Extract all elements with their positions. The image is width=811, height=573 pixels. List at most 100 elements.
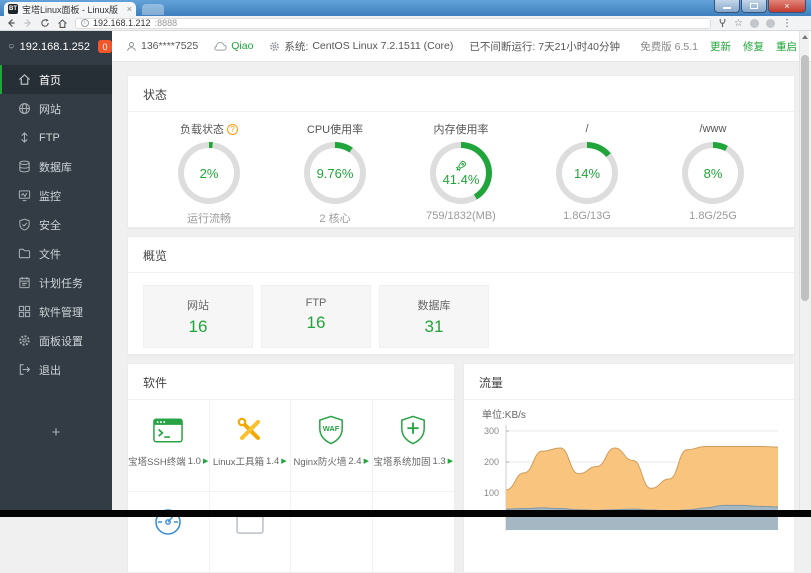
open-arrow-icon: ▶ [202,458,209,465]
browser-tab[interactable]: BT 宝塔Linux面板 - Linux版 × [4,2,136,16]
system-info: 系统: CentOS Linux 7.2.1511 (Core) [269,39,453,54]
tools-icon [236,412,264,448]
globe-icon [19,103,30,114]
software-card: 软件 宝塔SSH终端 1.0 ▶ Linux工具箱 1.4 ▶ WAF Ngin… [127,363,455,573]
svg-text:300: 300 [484,426,499,436]
page-scrollbar[interactable] [799,31,809,517]
sidebar-item-cron[interactable]: 计划任务 [0,268,112,297]
restart-button[interactable]: 重启 [776,39,797,54]
tab-title: 宝塔Linux面板 - Linux版 [22,4,119,15]
monitor-icon [18,190,31,202]
extension-icon[interactable] [749,18,759,28]
repair-button[interactable]: 修复 [743,39,764,54]
forward-icon[interactable] [23,18,33,28]
gear-icon [19,335,30,346]
home-icon[interactable] [57,18,68,29]
ftp-icon [21,132,28,143]
panel-header: 192.168.1.252 0 136****7525 Qiao 系统: Cen… [0,31,811,62]
tab-close-icon[interactable]: × [127,4,132,14]
qq-account[interactable]: Qiao [214,40,253,52]
overview-title: 概览 [128,237,794,273]
help-icon[interactable]: ? [227,123,238,135]
open-arrow-icon: ▶ [447,458,454,465]
shield-icon [19,218,30,231]
message-count-badge[interactable]: 0 [98,40,112,53]
svg-text:200: 200 [484,457,499,467]
server-ip-block[interactable]: 192.168.1.252 0 [0,31,112,62]
home-icon [19,74,30,85]
overview-databases[interactable]: 数据库 31 [379,285,489,348]
plugin-icon[interactable] [718,18,727,28]
bookmark-star-icon[interactable]: ☆ [734,18,743,29]
sidebar-item-monitor[interactable]: 监控 [0,181,112,210]
software-title: 软件 [128,364,454,400]
gauge-memory: 内存使用率 41.4% 759/1832(MB) [426,124,496,222]
window-close-button[interactable]: × [768,0,806,13]
rocket-icon[interactable] [455,160,467,172]
svg-text:100: 100 [484,488,499,498]
gauge-load: 负载状态? 2% 运行流畅 [149,121,269,226]
sidebar-item-settings[interactable]: 面板设置 [0,326,112,355]
bt-favicon: BT [8,4,18,14]
database-icon [19,160,30,173]
sidebar-item-database[interactable]: 数据库 [0,152,112,181]
sidebar-item-files[interactable]: 文件 [0,239,112,268]
sidebar-add-button[interactable]: + [0,424,112,441]
open-arrow-icon: ▶ [281,458,287,465]
software-item-partial[interactable] [128,492,210,572]
url-input[interactable]: i 192.168.1.212:8888 [75,17,711,29]
back-icon[interactable] [6,18,16,28]
folder-icon [18,248,31,259]
window-minimize-button[interactable] [714,0,740,13]
window-maximize-button[interactable] [741,0,767,13]
software-item-system-hardening[interactable]: 宝塔系统加固 1.3 ▶ [372,400,454,492]
reload-icon[interactable] [40,18,50,28]
gauge-cpu: CPU使用率 9.76% 2 核心 [275,121,395,226]
server-monitor-icon [9,44,14,49]
sidebar-item-website[interactable]: 网站 [0,94,112,123]
panel-version: 免费版 6.5.1 [640,40,698,53]
overview-card: 概览 网站 16 FTP 16 数据库 31 [127,236,795,355]
svg-text:WAF: WAF [323,424,340,433]
overview-websites[interactable]: 网站 16 [143,285,253,348]
browser-titlebar: BT 宝塔Linux面板 - Linux版 × × [0,0,811,16]
software-item-ssh-terminal[interactable]: 宝塔SSH终端 1.0 ▶ [128,400,210,492]
new-tab-button[interactable] [142,4,164,15]
page-info-icon[interactable]: i [81,19,89,27]
software-item-partial[interactable] [210,492,291,572]
open-arrow-icon: ▶ [363,458,369,465]
main-content: 状态 负载状态? 2% 运行流畅 CPU使用率 9.76% 2 核心 内存使用率… [112,62,799,573]
logout-icon [19,364,31,375]
gauge-www-disk: /www 8% 1.8G/25G [653,121,773,226]
apps-icon [18,305,31,318]
software-item-linux-toolbox[interactable]: Linux工具箱 1.4 ▶ [209,400,291,492]
update-button[interactable]: 更新 [710,39,731,54]
extension-icon[interactable] [765,18,775,28]
overview-ftp[interactable]: FTP 16 [261,285,371,348]
scrollbar-thumb[interactable] [801,55,809,301]
task-icon [19,277,30,289]
browser-addressbar: i 192.168.1.212:8888 ☆ ⋮ [0,16,811,31]
sidebar-item-home[interactable]: 首页 [0,65,112,94]
url-port: :8888 [154,18,178,28]
user-icon [127,41,136,51]
sidebar-item-security[interactable]: 安全 [0,210,112,239]
bound-phone[interactable]: 136****7525 [126,40,198,52]
status-card: 状态 负载状态? 2% 运行流畅 CPU使用率 9.76% 2 核心 内存使用率… [127,75,795,228]
traffic-unit-label: 单位:KB/s [482,410,526,421]
sidebar-item-software[interactable]: 软件管理 [0,297,112,326]
sidebar-item-logout[interactable]: 退出 [0,355,112,384]
gear-icon [270,41,280,51]
status-title: 状态 [128,76,794,112]
uptime-text: 已不间断运行: 7天21小时40分钟 [469,40,620,53]
url-host: 192.168.1.212 [93,18,151,28]
server-ip: 192.168.1.252 [19,40,90,53]
waf-shield-icon: WAF [317,412,345,448]
sidebar-item-ftp[interactable]: FTP [0,123,112,152]
traffic-title: 流量 [464,364,794,400]
gauge-root-disk: / 14% 1.8G/13G [527,121,647,226]
terminal-icon [153,412,184,448]
scroll-up-icon[interactable] [801,35,808,39]
software-item-nginx-waf[interactable]: WAF Nginx防火墙 2.4 ▶ [291,400,373,492]
browser-menu-icon[interactable]: ⋮ [782,18,792,29]
